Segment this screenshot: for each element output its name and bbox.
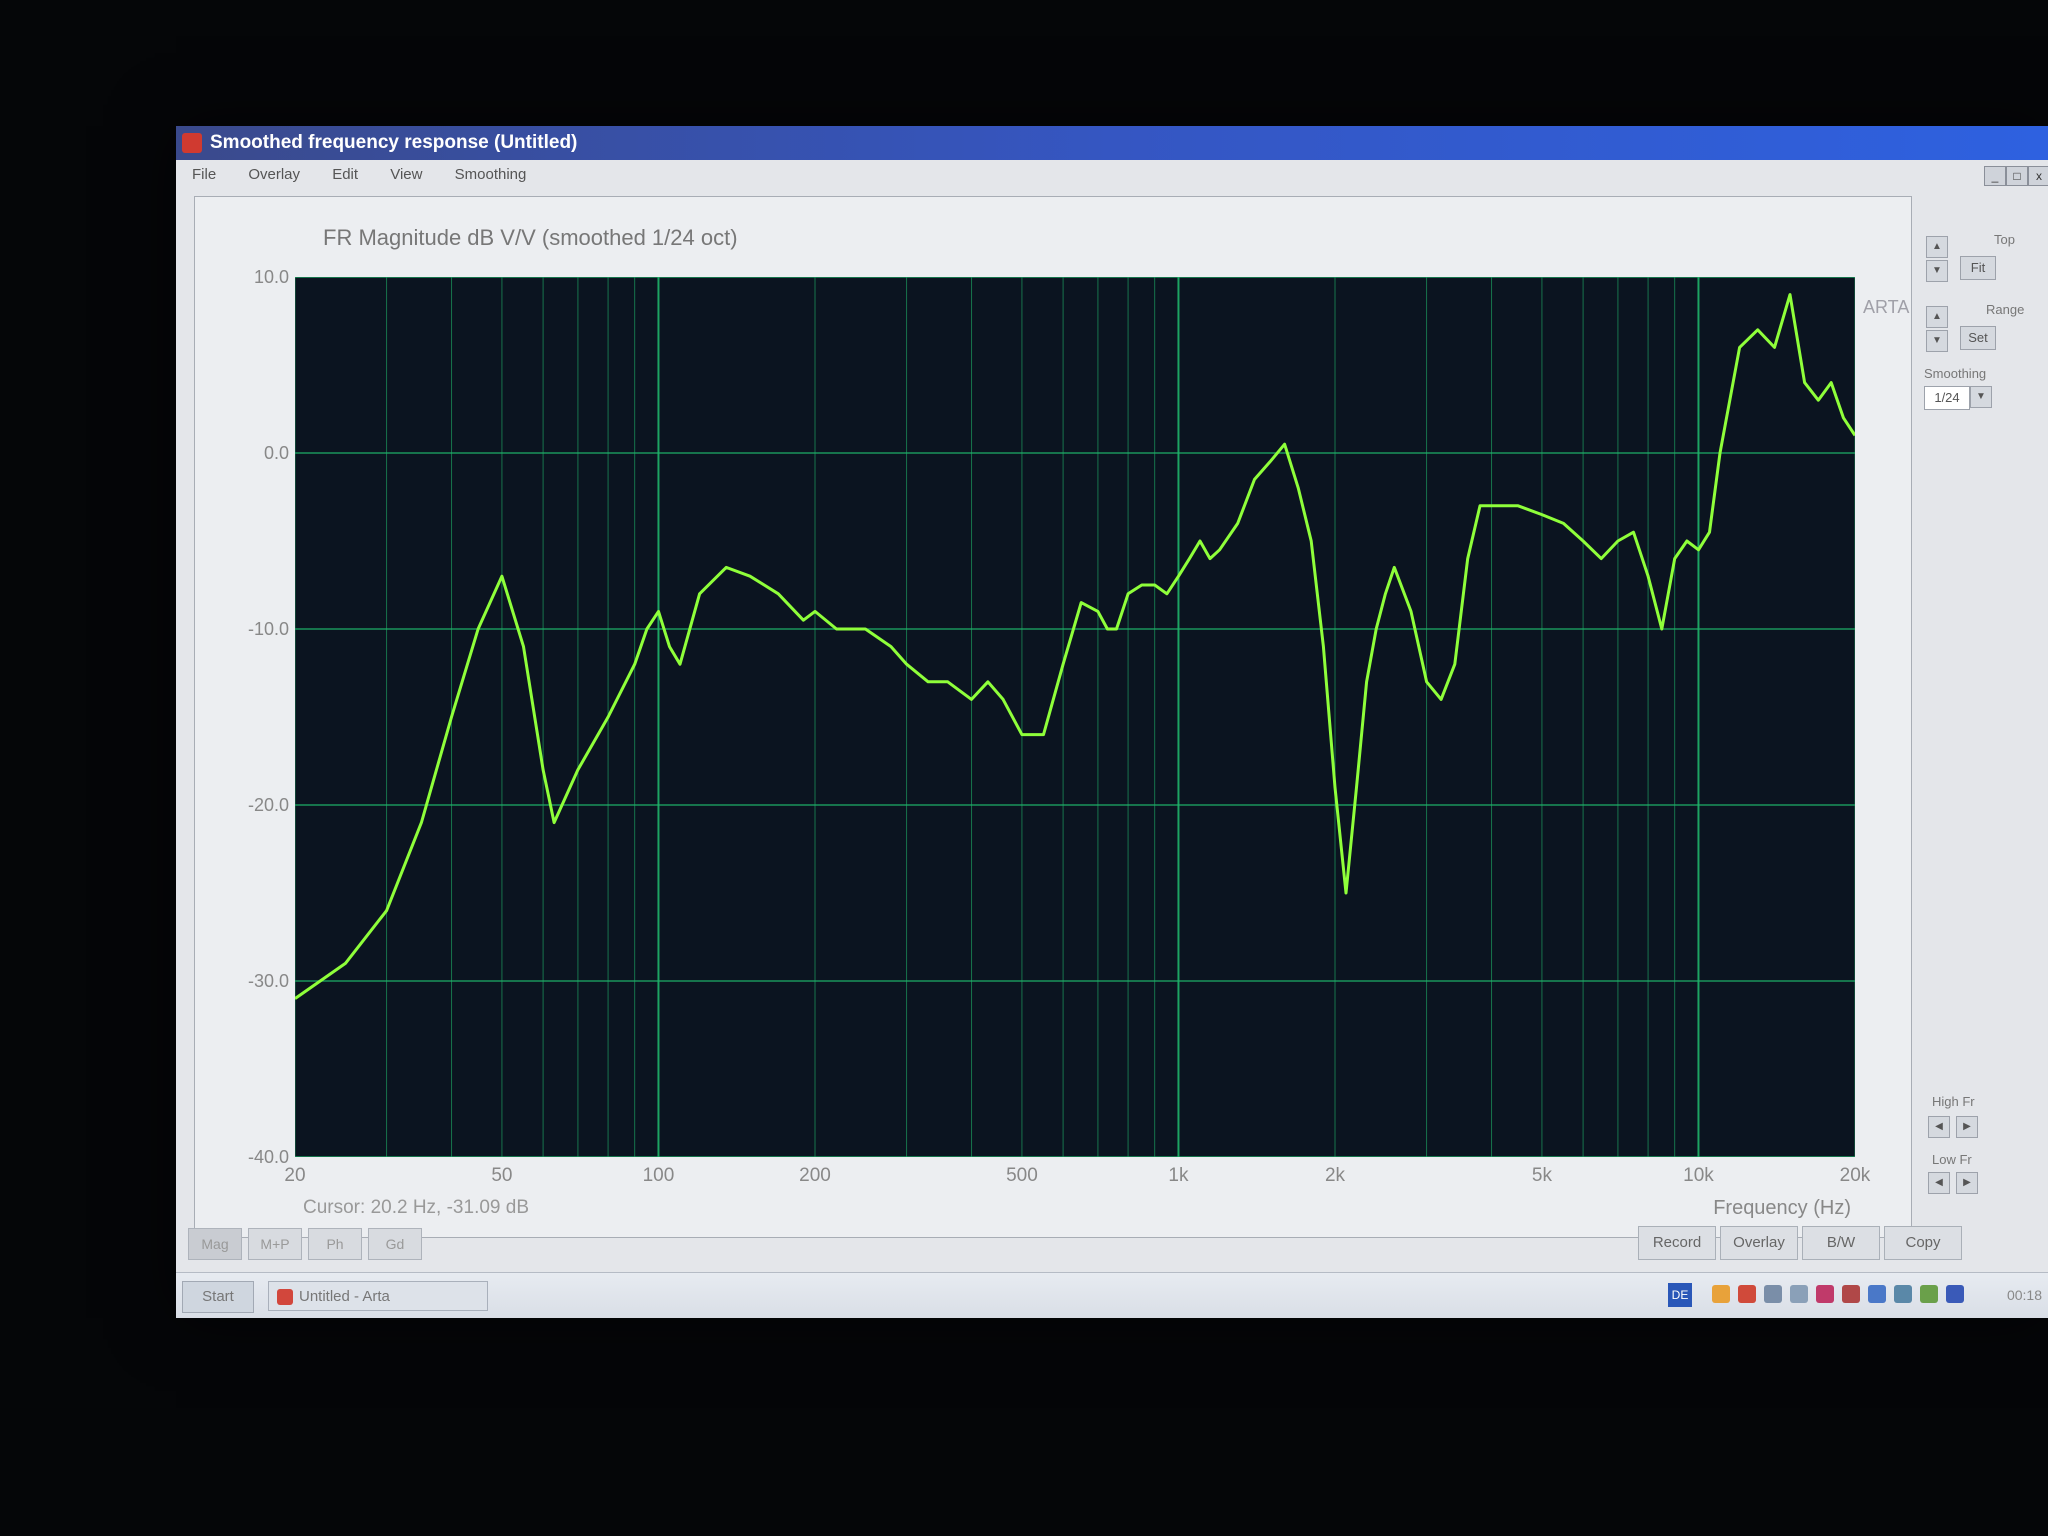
x-tick-label: 50 xyxy=(491,1165,513,1186)
range-up-arrow[interactable]: ▲ xyxy=(1926,306,1948,328)
app-icon xyxy=(182,133,202,153)
arta-app-icon xyxy=(277,1289,293,1305)
frequency-response-chart[interactable] xyxy=(295,277,1855,1157)
tray-icon[interactable] xyxy=(1764,1285,1782,1303)
high-fr-label: High Fr xyxy=(1932,1094,1975,1109)
x-tick-label: 10k xyxy=(1683,1165,1714,1186)
x-tick-label: 1k xyxy=(1168,1165,1189,1186)
title-bar[interactable]: Smoothed frequency response (Untitled) xyxy=(176,126,2048,160)
high-fr-left-arrow[interactable]: ◀ xyxy=(1928,1116,1950,1138)
window-title: Smoothed frequency response (Untitled) xyxy=(210,132,578,153)
tray-icon[interactable] xyxy=(1868,1285,1886,1303)
menu-edit[interactable]: Edit xyxy=(332,166,358,183)
x-tick-label: 5k xyxy=(1531,1165,1552,1186)
y-tick-label: -10.0 xyxy=(247,619,289,639)
tray-icon[interactable] xyxy=(1790,1285,1808,1303)
y-tick-label: 10.0 xyxy=(253,267,289,287)
start-button[interactable]: Start xyxy=(182,1281,254,1313)
x-tick-label: 20k xyxy=(1839,1165,1871,1186)
tray-icon[interactable] xyxy=(1894,1285,1912,1303)
language-indicator[interactable]: DE xyxy=(1668,1283,1692,1307)
top-label: Top xyxy=(1994,232,2015,247)
bw-button[interactable]: B/W xyxy=(1802,1226,1880,1260)
tray-icon[interactable] xyxy=(1816,1285,1834,1303)
copy-button[interactable]: Copy xyxy=(1884,1226,1962,1260)
menu-bar: File Overlay Edit View Smoothing xyxy=(176,160,2048,190)
taskbar-item-arta[interactable]: Untitled - Arta xyxy=(268,1281,488,1311)
tray-icon[interactable] xyxy=(1842,1285,1860,1303)
low-fr-left-arrow[interactable]: ◀ xyxy=(1928,1172,1950,1194)
smoothing-label: Smoothing xyxy=(1924,366,1987,381)
menu-view[interactable]: View xyxy=(390,166,422,183)
tab-mag[interactable]: Mag xyxy=(188,1228,242,1260)
tray-icon[interactable] xyxy=(1920,1285,1938,1303)
range-down-arrow[interactable]: ▼ xyxy=(1926,330,1948,352)
low-fr-right-arrow[interactable]: ▶ xyxy=(1956,1172,1978,1194)
y-tick-label: -20.0 xyxy=(247,795,289,815)
bottom-toolbar: Mag M+P Ph Gd Record Overlay B/W Copy xyxy=(188,1224,2038,1268)
chevron-down-icon[interactable]: ▼ xyxy=(1970,386,1992,408)
plot-background xyxy=(295,277,1855,1157)
taskbar: Start Untitled - Arta DE 00:18 xyxy=(176,1272,2048,1318)
menu-overlay[interactable]: Overlay xyxy=(248,166,300,183)
overlay-button[interactable]: Overlay xyxy=(1720,1226,1798,1260)
top-up-arrow[interactable]: ▲ xyxy=(1926,236,1948,258)
tab-phase[interactable]: Ph xyxy=(308,1228,362,1260)
top-down-arrow[interactable]: ▼ xyxy=(1926,260,1948,282)
high-fr-right-arrow[interactable]: ▶ xyxy=(1956,1116,1978,1138)
smoothing-select[interactable]: 1/24 xyxy=(1924,386,1970,410)
arta-window: Smoothed frequency response (Untitled) _… xyxy=(176,126,2048,1318)
taskbar-item-label: Untitled - Arta xyxy=(299,1288,390,1305)
system-tray: DE 00:18 xyxy=(1668,1277,2048,1315)
x-tick-label: 2k xyxy=(1324,1165,1346,1186)
right-control-panel: ▲ ▼ Top Fit ▲ ▼ Range Set Smoothing 1/24… xyxy=(1916,226,2048,1226)
x-tick-label: 500 xyxy=(1006,1165,1038,1186)
arta-watermark: ARTA xyxy=(1863,297,1910,317)
cursor-readout: Cursor: 20.2 Hz, -31.09 dB xyxy=(303,1197,529,1218)
fit-button[interactable]: Fit xyxy=(1960,256,1996,280)
plot-frame: FR Magnitude dB V/V (smoothed 1/24 oct) … xyxy=(194,196,1912,1238)
y-tick-label: 0.0 xyxy=(263,443,289,463)
clock: 00:18 xyxy=(2006,1287,2042,1303)
x-tick-label: 200 xyxy=(799,1165,831,1186)
tab-group-delay[interactable]: Gd xyxy=(368,1228,422,1260)
tab-mag-phase[interactable]: M+P xyxy=(248,1228,302,1260)
plot-title: FR Magnitude dB V/V (smoothed 1/24 oct) xyxy=(323,225,738,250)
y-tick-label: -30.0 xyxy=(247,971,289,991)
x-tick-label: 20 xyxy=(284,1165,306,1186)
menu-smoothing[interactable]: Smoothing xyxy=(455,166,527,183)
range-label: Range xyxy=(1986,302,2025,317)
tray-icon[interactable] xyxy=(1946,1285,1964,1303)
record-button[interactable]: Record xyxy=(1638,1226,1716,1260)
tray-icon[interactable] xyxy=(1712,1285,1730,1303)
set-button[interactable]: Set xyxy=(1960,326,1996,350)
low-fr-label: Low Fr xyxy=(1932,1152,1972,1167)
plot-area[interactable] xyxy=(295,277,1855,1157)
menu-file[interactable]: File xyxy=(192,166,216,183)
x-axis-title: Frequency (Hz) xyxy=(1713,1197,1851,1219)
x-tick-label: 100 xyxy=(642,1165,675,1186)
tray-icon[interactable] xyxy=(1738,1285,1756,1303)
